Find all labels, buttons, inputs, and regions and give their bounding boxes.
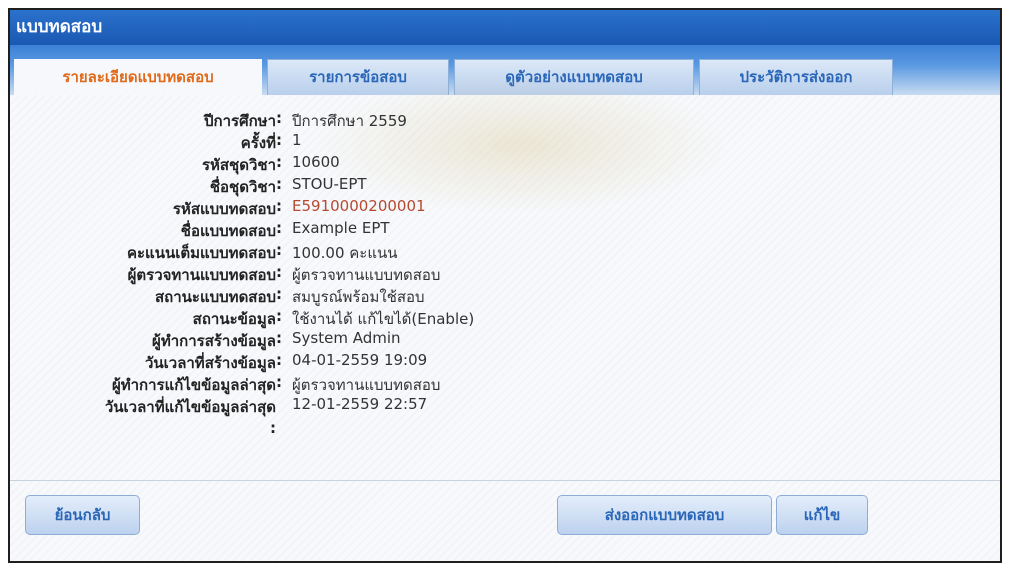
colon: :: [276, 175, 282, 193]
colon: :: [276, 197, 282, 215]
tab-exam-details[interactable]: รายละเอียดแบบทดสอบ: [14, 59, 262, 96]
detail-value: 10600: [292, 153, 340, 171]
detail-row-exam-code: รหัสแบบทดสอบ: E5910000200001: [10, 197, 474, 219]
detail-row-exam-status: สถานะแบบทดสอบ: สมบูรณ์พร้อมใช้สอบ: [10, 285, 474, 307]
detail-value: 100.00 คะแนน: [292, 244, 398, 262]
detail-value: ปีการศึกษา 2559: [292, 112, 407, 130]
detail-value: 1: [292, 131, 302, 149]
detail-value: E5910000200001: [292, 197, 426, 215]
divider: [10, 480, 1000, 481]
edit-button[interactable]: แก้ไข: [776, 495, 868, 535]
colon: :: [270, 419, 276, 437]
colon: :: [276, 285, 282, 303]
detail-row-full-score: คะแนนเต็มแบบทดสอบ:100.00 คะแนน: [10, 241, 474, 263]
detail-value: 04-01-2559 19:09: [292, 351, 428, 369]
detail-value: System Admin: [292, 329, 401, 347]
detail-row-modified-at: วันเวลาที่แก้ไขข้อมูลล่าสุด : 12-01-2559…: [10, 395, 474, 439]
colon: :: [276, 307, 282, 325]
detail-value: ใช้งานได้ แก้ไขได้(Enable): [292, 310, 475, 328]
colon: :: [276, 219, 282, 237]
colon: :: [276, 329, 282, 347]
detail-value: Example EPT: [292, 219, 390, 237]
colon: :: [276, 263, 282, 281]
detail-value: STOU-EPT: [292, 175, 367, 193]
detail-label: ผู้ตรวจทานแบบทดสอบ: [127, 266, 276, 284]
colon: :: [276, 351, 282, 369]
detail-label: ปีการศึกษา: [204, 112, 276, 130]
colon: :: [276, 373, 282, 391]
tab-export-history[interactable]: ประวัติการส่งออก: [699, 59, 893, 95]
detail-label: ชื่อชุดวิชา: [209, 178, 276, 196]
tab-bar: รายละเอียดแบบทดสอบ รายการข้อสอบ ดูตัวอย่…: [10, 45, 1000, 96]
tab-exam-preview[interactable]: ดูตัวอย่างแบบทดสอบ: [454, 59, 694, 95]
detail-row-course-code: รหัสชุดวิชา:10600: [10, 153, 474, 175]
detail-label: รหัสแบบทดสอบ: [172, 200, 276, 218]
detail-row-modified-by: ผู้ทำการแก้ไขข้อมูลล่าสุด: ผู้ตรวจทานแบบท…: [10, 373, 474, 395]
detail-value: ผู้ตรวจทานแบบทดสอบ: [292, 376, 441, 394]
detail-row-reviewer: ผู้ตรวจทานแบบทดสอบ: ผู้ตรวจทานแบบทดสอบ: [10, 263, 474, 285]
detail-label: วันเวลาที่สร้างข้อมูล: [144, 354, 276, 372]
window: แบบทดสอบ รายละเอียดแบบทดสอบ รายการข้อสอบ…: [8, 8, 1002, 563]
detail-row-course-name: ชื่อชุดวิชา: STOU-EPT: [10, 175, 474, 197]
colon: :: [276, 131, 282, 149]
detail-row-academic-year: ปีการศึกษา: ปีการศึกษา 2559: [10, 109, 474, 131]
export-exam-button[interactable]: ส่งออกแบบทดสอบ: [557, 495, 772, 535]
detail-label: รหัสชุดวิชา: [201, 156, 276, 174]
detail-label-stack: วันเวลาที่แก้ไขข้อมูลล่าสุด :: [10, 395, 276, 437]
colon: :: [276, 153, 282, 171]
detail-label: สถานะข้อมูล: [192, 310, 276, 328]
detail-value: ผู้ตรวจทานแบบทดสอบ: [292, 266, 441, 284]
detail-label: ครั้งที่: [240, 134, 276, 152]
detail-label: ชื่อแบบทดสอบ: [180, 222, 276, 240]
detail-panel: ปีการศึกษา: ปีการศึกษา 2559 ครั้งที่:1 รห…: [10, 75, 1000, 561]
detail-row-data-status: สถานะข้อมูล: ใช้งานได้ แก้ไขได้(Enable): [10, 307, 475, 329]
detail-label: ผู้ทำการสร้างข้อมูล: [152, 332, 276, 350]
colon: :: [276, 109, 282, 127]
detail-row-round: ครั้งที่:1: [10, 131, 474, 153]
detail-label: คะแนนเต็มแบบทดสอบ: [126, 244, 276, 262]
detail-row-created-at: วันเวลาที่สร้างข้อมูล:04-01-2559 19:09: [10, 351, 474, 373]
detail-row-created-by: ผู้ทำการสร้างข้อมูล: System Admin: [10, 329, 474, 351]
back-button[interactable]: ย้อนกลับ: [25, 495, 140, 535]
detail-value: 12-01-2559 22:57: [292, 395, 428, 413]
detail-list: ปีการศึกษา: ปีการศึกษา 2559 ครั้งที่:1 รห…: [10, 109, 474, 439]
detail-label: ผู้ทำการแก้ไขข้อมูลล่าสุด: [111, 376, 276, 394]
detail-label: สถานะแบบทดสอบ: [155, 288, 276, 306]
colon: :: [276, 241, 282, 259]
detail-value: สมบูรณ์พร้อมใช้สอบ: [292, 288, 425, 306]
window-title: แบบทดสอบ: [10, 10, 1000, 45]
tab-question-list[interactable]: รายการข้อสอบ: [267, 59, 449, 95]
detail-label: วันเวลาที่แก้ไขข้อมูลล่าสุด: [104, 398, 276, 416]
detail-row-exam-name: ชื่อแบบทดสอบ: Example EPT: [10, 219, 474, 241]
